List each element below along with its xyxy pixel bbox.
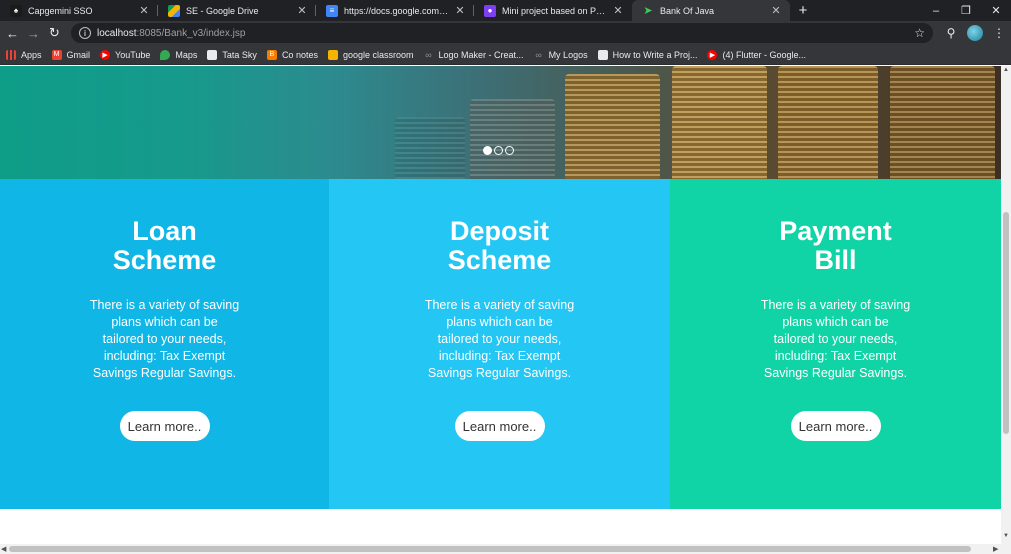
horizontal-scroll-thumb[interactable] (9, 546, 971, 552)
tab-bank-of-java[interactable]: ➤ Bank Of Java ✕ (632, 0, 790, 21)
bookmark-label: Apps (21, 49, 42, 60)
menu-kebab-icon[interactable]: ⋮ (987, 21, 1011, 45)
youtube-icon: ▶ (100, 49, 111, 60)
scroll-right-arrow-icon[interactable]: ▶ (993, 545, 998, 553)
bookmark-label: Maps (175, 49, 198, 60)
youtube-icon: ▶ (707, 49, 718, 60)
panel-title: Payment Bill (779, 216, 892, 275)
bookmark-star-icon[interactable]: ☆ (914, 26, 925, 40)
google-drive-icon (168, 4, 180, 17)
loan-scheme-panel: Loan Scheme There is a variety of saving … (0, 179, 329, 509)
close-window-button[interactable]: ✕ (981, 0, 1011, 21)
scroll-up-arrow-icon[interactable]: ▲ (1001, 67, 1011, 73)
bookmark-maps[interactable]: Maps (160, 49, 198, 60)
bookmark-label: Gmail (66, 49, 91, 60)
bookmark-label: My Logos (548, 49, 588, 60)
panel-title: Deposit Scheme (447, 216, 552, 275)
tab-capgemini-sso[interactable]: ♠ Capgemini SSO ✕ (0, 0, 158, 21)
extension-icon[interactable]: ⚲ (939, 21, 963, 45)
tab-google-drive[interactable]: SE - Google Drive ✕ (158, 0, 316, 21)
back-button[interactable]: ← (2, 21, 23, 45)
tab-title: Capgemini SSO (28, 5, 93, 16)
close-icon[interactable]: ✕ (454, 4, 466, 17)
avatar (967, 25, 983, 41)
learn-more-button[interactable]: Learn more.. (454, 411, 545, 441)
carousel-dot[interactable] (494, 146, 503, 155)
close-icon[interactable]: ✕ (612, 4, 624, 17)
bookmark-how-to-write[interactable]: How to Write a Proj... (597, 49, 698, 60)
forward-button[interactable]: → (23, 21, 44, 45)
carousel-dot[interactable] (483, 146, 492, 155)
scroll-left-arrow-icon[interactable]: ◀ (1, 545, 6, 553)
maps-icon (160, 49, 171, 60)
bookmark-label: How to Write a Proj... (612, 49, 698, 60)
learn-more-button[interactable]: Learn more.. (790, 411, 881, 441)
carousel-dot[interactable] (505, 146, 514, 155)
tata-sky-icon (207, 49, 218, 60)
vertical-scroll-thumb[interactable] (1003, 212, 1009, 434)
doc-icon (597, 49, 608, 60)
close-icon[interactable]: ✕ (138, 4, 150, 17)
google-forms-icon: ● (484, 4, 496, 17)
tab-google-docs[interactable]: ≡ https://docs.google.com/docum ✕ (316, 0, 474, 21)
url-path: :8085/Bank_v3/index.jsp (136, 27, 246, 39)
scroll-down-arrow-icon[interactable]: ▼ (1001, 533, 1011, 539)
bookmark-flutter[interactable]: ▶ (4) Flutter - Google... (707, 49, 806, 60)
panel-description: There is a variety of saving plans which… (760, 298, 911, 380)
bookmark-label: YouTube (115, 49, 151, 60)
gmail-icon: M (51, 49, 62, 60)
hero-carousel (0, 66, 1001, 179)
google-docs-icon: ≡ (326, 4, 338, 17)
bookmark-co-notes[interactable]: B Co notes (266, 49, 318, 60)
apps-grid-icon (6, 49, 16, 60)
bookmark-label: Logo Maker - Creat... (438, 49, 524, 60)
tab-title: Bank Of Java (660, 5, 715, 16)
bookmark-tata-sky[interactable]: Tata Sky (207, 49, 257, 60)
tab-strip: ♠ Capgemini SSO ✕ SE - Google Drive ✕ ≡ … (0, 0, 1011, 21)
minimize-button[interactable]: – (921, 0, 951, 21)
close-icon[interactable]: ✕ (770, 4, 782, 17)
tab-title: Mini project based on Part I and (502, 5, 608, 16)
carousel-indicators (483, 146, 516, 155)
horizontal-scrollbar[interactable]: ◀ ▶ (0, 544, 1011, 554)
tab-title: SE - Google Drive (186, 5, 259, 16)
tab-title: https://docs.google.com/docum (344, 5, 450, 16)
page-viewport: Loan Scheme There is a variety of saving … (0, 66, 1011, 554)
browser-toolbar: ← → ↻ i localhost:8085/Bank_v3/index.jsp… (0, 21, 1011, 45)
tab-mini-project[interactable]: ● Mini project based on Part I and ✕ (474, 0, 632, 21)
bookmark-label: google classroom (342, 49, 414, 60)
bookmark-label: Tata Sky (222, 49, 257, 60)
bank-of-java-icon: ➤ (643, 5, 653, 17)
payment-bill-panel: Payment Bill There is a variety of saving… (670, 179, 1001, 509)
info-icon[interactable]: i (79, 27, 91, 39)
classroom-icon (327, 49, 338, 60)
new-tab-button[interactable]: + (790, 0, 816, 21)
panel-description: There is a variety of saving plans which… (424, 298, 575, 380)
bookmark-my-logos[interactable]: ∞ My Logos (534, 49, 588, 60)
reload-button[interactable]: ↻ (44, 21, 65, 45)
bookmark-google-classroom[interactable]: google classroom (327, 49, 414, 60)
learn-more-button[interactable]: Learn more.. (119, 411, 210, 441)
bookmark-logo-maker[interactable]: ∞ Logo Maker - Creat... (424, 49, 524, 60)
close-icon[interactable]: ✕ (296, 4, 308, 17)
bookmarks-bar: Apps M Gmail ▶ YouTube Maps Tata Sky B Co n… (0, 45, 1011, 65)
bookmark-label: Co notes (281, 49, 318, 60)
logo-maker-icon: ∞ (535, 49, 542, 60)
capgemini-icon: ♠ (10, 4, 22, 17)
url-host: localhost (97, 27, 137, 39)
bookmark-label: (4) Flutter - Google... (722, 49, 806, 60)
restore-button[interactable]: ❐ (951, 0, 981, 21)
feature-panels: Loan Scheme There is a variety of saving … (0, 179, 1001, 509)
panel-description: There is a variety of saving plans which… (89, 298, 240, 380)
bookmark-gmail[interactable]: M Gmail (51, 49, 91, 60)
bookmark-youtube[interactable]: ▶ YouTube (100, 49, 151, 60)
vertical-scrollbar[interactable]: ▲ ▼ (1001, 66, 1011, 544)
address-bar[interactable]: i localhost:8085/Bank_v3/index.jsp ☆ (71, 23, 933, 43)
panel-title: Loan Scheme (112, 216, 217, 275)
profile-avatar[interactable] (963, 21, 987, 45)
deposit-scheme-panel: Deposit Scheme There is a variety of savi… (329, 179, 670, 509)
logo-maker-icon: ∞ (425, 49, 432, 60)
bookmark-apps[interactable]: Apps (6, 49, 42, 60)
blogger-icon: B (266, 49, 277, 60)
